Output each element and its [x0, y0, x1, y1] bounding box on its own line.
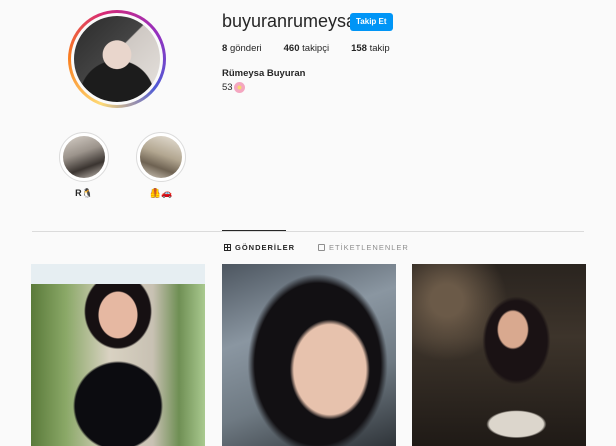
- active-tab-indicator: [222, 230, 286, 231]
- highlight-label: 🦺🚗: [149, 188, 173, 198]
- profile-full-name: Rümeysa Buyuran: [222, 68, 306, 79]
- profile-bio: 53: [222, 82, 245, 93]
- highlight-ring: [136, 132, 186, 182]
- profile-avatar[interactable]: [68, 10, 166, 108]
- stat-posts: 8 gönderi: [222, 43, 262, 54]
- profile-stats: 8 gönderi 460 takipçi 158 takip: [222, 43, 412, 54]
- story-highlight-1[interactable]: R🐧: [59, 132, 109, 199]
- avatar-photo: [74, 16, 160, 102]
- followers-label: takipçi: [302, 43, 330, 54]
- tab-posts-label: GÖNDERİLER: [235, 243, 296, 252]
- profile-username: buyuranrumeysa: [222, 11, 357, 31]
- stat-followers[interactable]: 460 takipçi: [284, 43, 329, 54]
- following-count: 158: [351, 43, 367, 54]
- tag-icon: [318, 244, 325, 251]
- posts-count: 8: [222, 43, 228, 54]
- tab-tagged-label: ETİKETLENENLER: [329, 243, 409, 252]
- stat-following[interactable]: 158 takip: [351, 43, 390, 54]
- post-thumbnail-3[interactable]: [412, 264, 586, 446]
- highlight-label: R🐧: [75, 188, 93, 198]
- grid-icon: [224, 244, 231, 251]
- highlight-cover: [140, 136, 182, 178]
- post-thumbnail-2[interactable]: [222, 264, 396, 446]
- highlight-ring: [59, 132, 109, 182]
- followers-count: 460: [283, 43, 300, 54]
- tab-tagged[interactable]: ETİKETLENENLER: [318, 243, 409, 252]
- tab-posts[interactable]: GÖNDERİLER: [224, 243, 295, 252]
- post-thumbnail-1[interactable]: [31, 264, 205, 446]
- story-highlight-2[interactable]: 🦺🚗: [136, 132, 186, 199]
- flower-icon: [233, 82, 245, 93]
- follow-button[interactable]: Takip Et: [350, 13, 393, 31]
- tabs-divider: [32, 231, 584, 232]
- avatar-inner-ring: [71, 13, 163, 105]
- following-label: takip: [369, 43, 390, 54]
- bio-text: 53: [222, 82, 233, 93]
- posts-label: gönderi: [229, 43, 262, 54]
- highlight-cover: [63, 136, 105, 178]
